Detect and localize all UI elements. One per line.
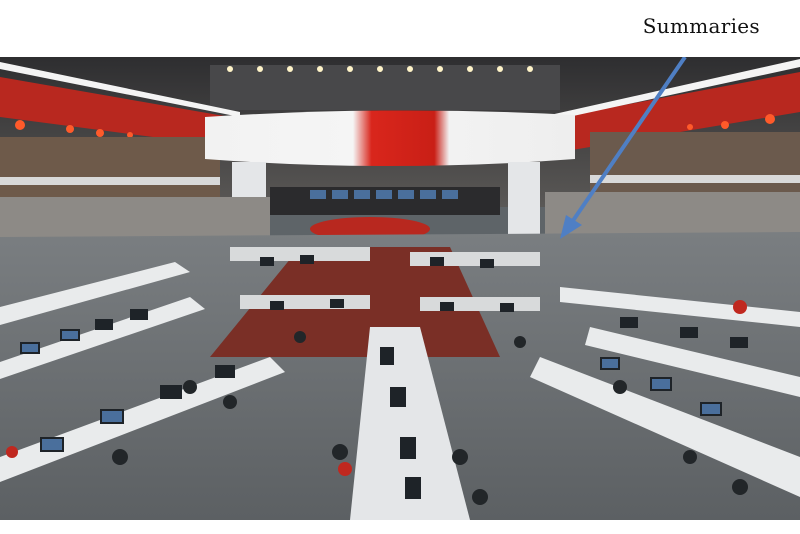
curved-video-wall [205, 110, 575, 166]
newsroom-photo [0, 57, 800, 520]
page-title: Summaries [642, 14, 760, 38]
pillar-right [508, 162, 540, 237]
